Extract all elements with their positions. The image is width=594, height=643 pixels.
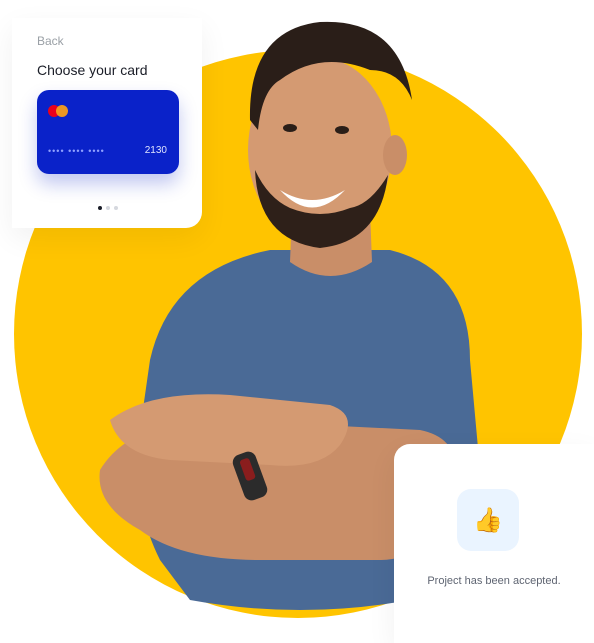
thumbs-up-badge: 👍 (457, 489, 519, 551)
eye-right (335, 126, 349, 134)
card-chooser-panel: Back Choose your card •••• •••• •••• 213… (12, 18, 202, 228)
notification-panel: 👍 Project has been accepted. (394, 444, 594, 643)
ear (383, 135, 407, 175)
pager-dot-2[interactable] (106, 206, 110, 210)
mastercard-icon (48, 105, 70, 117)
eye-left (283, 124, 297, 132)
card-pager (98, 206, 118, 210)
panel-title: Choose your card (37, 62, 148, 78)
card-last-four: 2130 (144, 145, 167, 156)
pager-dot-1[interactable] (98, 206, 102, 210)
thumbs-up-icon: 👍 (473, 506, 503, 534)
credit-card[interactable]: •••• •••• •••• 2130 (37, 90, 179, 174)
hero-stage: Back Choose your card •••• •••• •••• 213… (0, 0, 594, 643)
notification-message: Project has been accepted. (427, 575, 561, 587)
pager-dot-3[interactable] (114, 206, 118, 210)
card-masked-number: •••• •••• •••• (48, 146, 105, 156)
back-link[interactable]: Back (37, 34, 64, 48)
